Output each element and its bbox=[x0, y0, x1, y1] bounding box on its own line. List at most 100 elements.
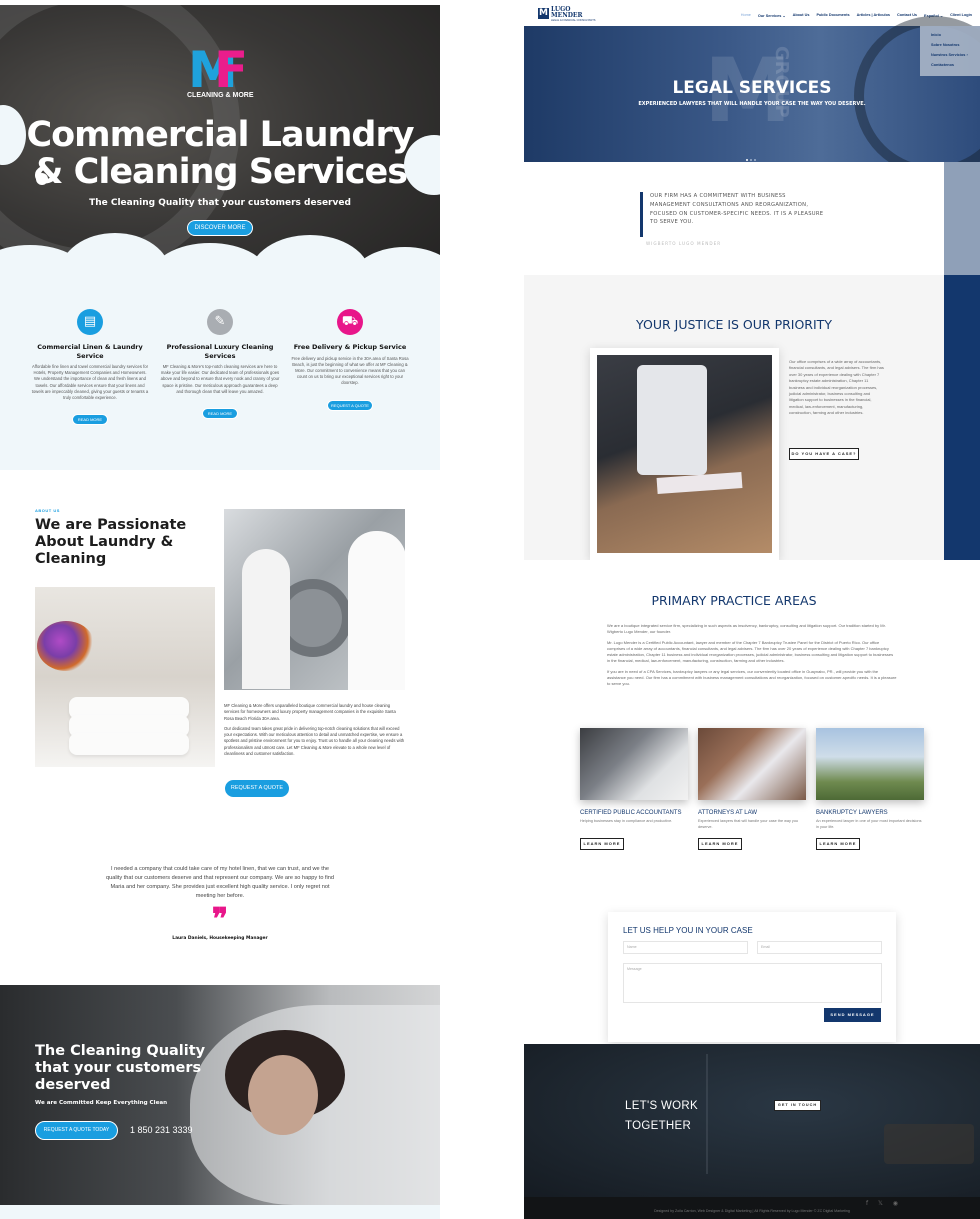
service-text: Free delivery and pickup service in the … bbox=[291, 355, 409, 386]
firm-quote: OUR FIRM HAS A COMMITMENT WITH BUSINESS … bbox=[650, 193, 824, 226]
practice-card-text: Helping businesses stay in compliance an… bbox=[580, 819, 673, 823]
practice-card: ATTORNEYS AT LAW Experienced lawyers tha… bbox=[698, 728, 806, 850]
practice-card-title: CERTIFIED PUBLIC ACCOUNTANTS bbox=[580, 810, 682, 816]
lawyer-signing-photo bbox=[597, 355, 772, 553]
request-quote-today-button[interactable]: REQUEST A QUOTE TODAY bbox=[35, 1121, 118, 1140]
about-title: We are Passionate About Laundry & Cleani… bbox=[35, 517, 187, 567]
quote-mark-icon: ❞ bbox=[211, 902, 229, 937]
nav-contact-us[interactable]: Contact Us bbox=[897, 13, 917, 18]
quote-author: WIGBERTO LUGO MENDER bbox=[646, 241, 722, 246]
towels-photo bbox=[35, 587, 215, 767]
practice-areas-section: PRIMARY PRACTICE AREAS We are a boutique… bbox=[524, 560, 980, 910]
service-title: Commercial Linen & Laundry Service bbox=[37, 343, 143, 360]
practice-card-text: Experienced lawyers that will handle you… bbox=[698, 819, 799, 829]
nav-client-login[interactable]: Client Login bbox=[950, 13, 972, 18]
email-field[interactable]: Email bbox=[757, 941, 882, 954]
message-field[interactable]: Message bbox=[623, 963, 882, 1003]
about-text: MF Cleaning & More offers unparalleled b… bbox=[224, 703, 405, 757]
practice-card: BANKRUPTCY LAWYERS An experienced lawyer… bbox=[816, 728, 924, 850]
testimonial-author: Laura Daniels, Housekeeping Manager bbox=[172, 936, 268, 941]
firm-quote-section: OUR FIRM HAS A COMMITMENT WITH BUSINESS … bbox=[524, 162, 980, 275]
vacuum-icon: ✎ bbox=[207, 309, 233, 335]
service-title: Free Delivery & Pickup Service bbox=[293, 343, 407, 351]
nav-home[interactable]: Home bbox=[741, 13, 751, 18]
legal-hero: M GROUP LEGAL SERVICES EXPERIENCED LAWYE… bbox=[524, 16, 980, 176]
truck-icon: ⛟ bbox=[337, 309, 363, 335]
get-in-touch-button[interactable]: GET IN TOUCH bbox=[774, 1100, 821, 1111]
lawyer-photo-frame bbox=[590, 348, 779, 560]
discover-more-button[interactable]: DISCOVER MORE bbox=[187, 220, 253, 236]
law-firm-website: M LUGO MENDER LEGAL & FINANCIAL CONSULTAN… bbox=[524, 5, 980, 1219]
practice-intro: We are a boutique integrated service fir… bbox=[607, 623, 897, 687]
social-icons[interactable]: f 𝕏 ◉ bbox=[866, 1200, 902, 1207]
justice-section: YOUR JUSTICE IS OUR PRIORITY Our office … bbox=[524, 275, 980, 560]
name-field[interactable]: Name bbox=[623, 941, 748, 954]
books-gavel-image bbox=[884, 1124, 974, 1164]
justice-title: YOUR JUSTICE IS OUR PRIORITY bbox=[636, 317, 832, 332]
dropdown-item[interactable]: Contáctenos bbox=[920, 60, 980, 70]
service-card: ▤ Commercial Linen & Laundry Service Aff… bbox=[30, 309, 150, 426]
practice-card-text: An experienced lawyer in one of your mos… bbox=[816, 819, 922, 829]
dropdown-item[interactable]: Nuestros Servicios › bbox=[920, 50, 980, 60]
learn-more-button[interactable]: LEARN MORE bbox=[816, 838, 860, 850]
laundry-workers-photo bbox=[224, 509, 405, 690]
service-text: MF Cleaning & More's top-notch cleaning … bbox=[160, 364, 280, 394]
read-more-button[interactable]: READ MORE bbox=[202, 408, 238, 420]
hero-subtitle: EXPERIENCED LAWYERS THAT WILL HANDLE YOU… bbox=[638, 101, 866, 107]
band-subtitle: We are Committed Keep Everything Clean bbox=[35, 1100, 168, 1106]
nav-about-us[interactable]: About Us bbox=[793, 13, 810, 18]
hero-subtitle: The Cleaning Quality that your customers… bbox=[89, 198, 351, 208]
dropdown-item[interactable]: Sobre Nosotros bbox=[920, 40, 980, 50]
work-together-section: LET'S WORK TOGETHER GET IN TOUCH bbox=[524, 1044, 980, 1197]
testimonial-quote: I needed a company that could take care … bbox=[105, 866, 335, 899]
site-footer: f 𝕏 ◉ Designed by Zoila Carrion, Web Des… bbox=[524, 1197, 980, 1219]
service-card: ⛟ Free Delivery & Pickup Service Free de… bbox=[290, 309, 410, 412]
service-text: Affordable fine linen and towel commerci… bbox=[31, 364, 149, 401]
about-section: ABOUT US We are Passionate About Laundry… bbox=[0, 470, 440, 850]
testimonial-section: I needed a company that could take care … bbox=[0, 850, 440, 985]
send-message-button[interactable]: SEND MESSAGE bbox=[824, 1008, 881, 1022]
do-you-have-a-case-button[interactable]: DO YOU HAVE A CASE? bbox=[789, 448, 859, 460]
practice-card: CERTIFIED PUBLIC ACCOUNTANTS Helping bus… bbox=[580, 728, 688, 850]
band-title: The Cleaning Quality that your customers… bbox=[35, 1043, 206, 1093]
laundry-hero: M F CLEANING & MORE Commercial Laundry &… bbox=[0, 5, 440, 317]
request-quote-button[interactable]: REQUEST A QUOTE bbox=[224, 779, 290, 798]
contact-form: LET US HELP YOU IN YOUR CASE Name Email … bbox=[608, 912, 896, 1042]
dropdown-item[interactable]: Inicio bbox=[920, 30, 980, 40]
service-card: ✎ Professional Luxury Cleaning Services … bbox=[160, 309, 280, 420]
practice-card-title: ATTORNEYS AT LAW bbox=[698, 810, 758, 816]
attorney-photo bbox=[698, 728, 806, 800]
espanol-dropdown: Inicio Sobre Nosotros Nuestros Servicios… bbox=[920, 26, 980, 76]
footer-copyright: Designed by Zoila Carrion, Web Designer … bbox=[654, 1209, 850, 1213]
foreclosure-sign-photo bbox=[816, 728, 924, 800]
contact-section: LET US HELP YOU IN YOUR CASE Name Email … bbox=[524, 910, 980, 1044]
section-tag: ABOUT US bbox=[35, 508, 60, 513]
justice-text: Our office comprises of a wide array of … bbox=[789, 359, 884, 416]
hero-title: Commercial Laundry & Cleaning Services bbox=[26, 115, 414, 192]
nav-our-services[interactable]: Our Services ⌄ bbox=[758, 13, 786, 18]
nav-public-documents[interactable]: Public Documents bbox=[816, 13, 849, 18]
mf-logo[interactable]: M F CLEANING & MORE bbox=[187, 45, 254, 103]
sleeping-woman-photo bbox=[248, 1055, 318, 1135]
flowers bbox=[37, 621, 95, 671]
slider-dots[interactable] bbox=[746, 148, 758, 161]
services-section: ▤ Commercial Linen & Laundry Service Aff… bbox=[0, 273, 440, 470]
request-quote-button[interactable]: REQUEST A QUOTE bbox=[327, 399, 373, 411]
nav-articles[interactable]: Articles | Articulos bbox=[857, 13, 890, 18]
learn-more-button[interactable]: LEARN MORE bbox=[580, 838, 624, 850]
contact-title: LET US HELP YOU IN YOUR CASE bbox=[623, 926, 753, 935]
accountant-photo bbox=[580, 728, 688, 800]
hero-title: LEGAL SERVICES bbox=[672, 78, 832, 98]
practice-title: PRIMARY PRACTICE AREAS bbox=[651, 593, 817, 608]
lugo-mender-logo[interactable]: M LUGO MENDER LEGAL & FINANCIAL CONSULTAN… bbox=[538, 7, 596, 24]
learn-more-button[interactable]: LEARN MORE bbox=[698, 838, 742, 850]
cta-band: The Cleaning Quality that your customers… bbox=[0, 985, 440, 1205]
read-more-button[interactable]: READ MORE bbox=[72, 414, 108, 426]
screenshot-page: M F CLEANING & MORE Commercial Laundry &… bbox=[0, 0, 980, 1219]
phone-number[interactable]: 1 850 231 3339 bbox=[130, 1125, 193, 1135]
logo-text: CLEANING & MORE bbox=[187, 92, 254, 99]
cloud-shape bbox=[36, 173, 48, 185]
practice-card-title: BANKRUPTCY LAWYERS bbox=[816, 810, 888, 816]
laundry-website: M F CLEANING & MORE Commercial Laundry &… bbox=[0, 5, 440, 1219]
service-title: Professional Luxury Cleaning Services bbox=[166, 343, 274, 360]
